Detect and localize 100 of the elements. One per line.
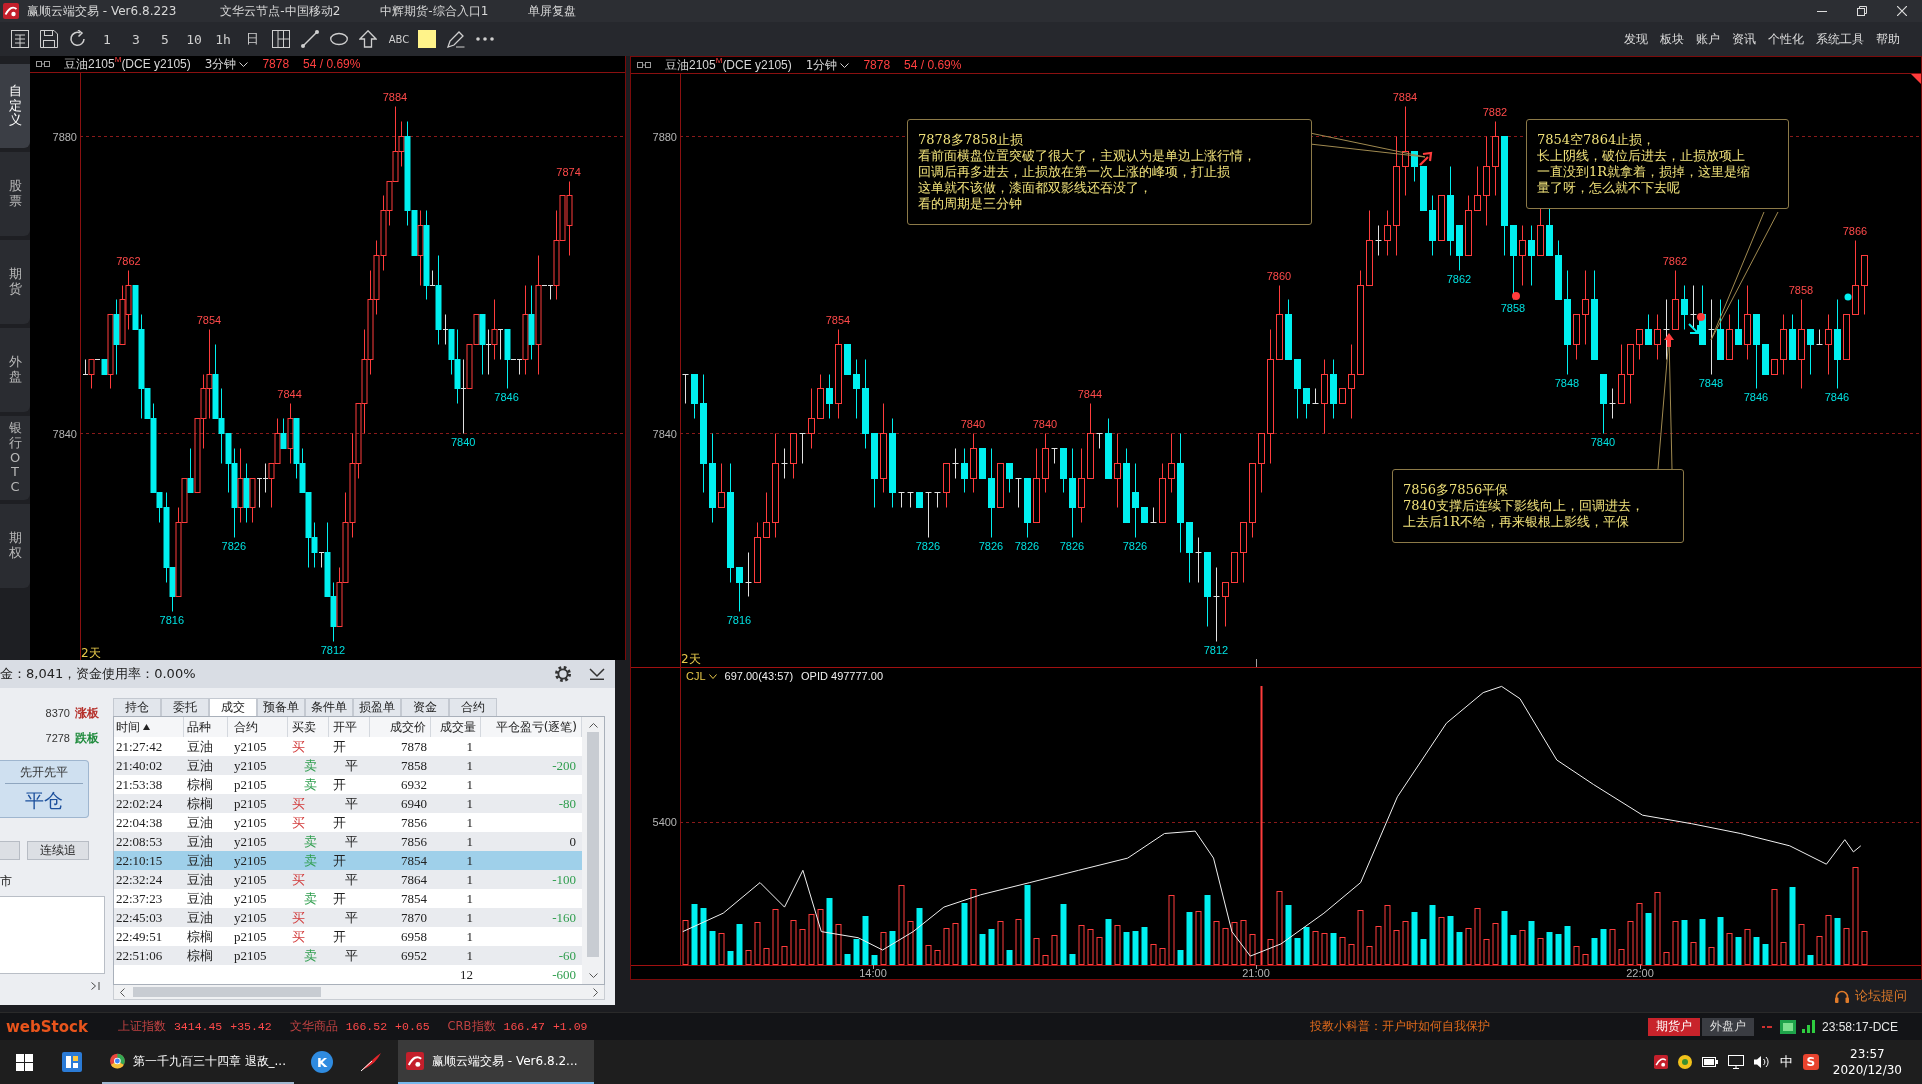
period-button[interactable]: 1 xyxy=(98,31,116,47)
table-cell-text: 1 xyxy=(465,871,474,889)
period-dropdown[interactable]: 3分钟 xyxy=(204,55,249,73)
price-label: 7826 xyxy=(915,539,941,552)
account-tab[interactable]: 外盘户 xyxy=(1701,1017,1754,1036)
scroll-down-icon[interactable] xyxy=(588,973,598,978)
price-label: 7866 xyxy=(1842,224,1868,237)
price-label: 7812 xyxy=(320,643,346,656)
tiles-icon[interactable] xyxy=(62,1052,82,1072)
table-row[interactable]: 22:10:15 豆油 y2105 卖 开 7854 1 xyxy=(114,851,582,870)
panel-tab[interactable]: 损盈单 xyxy=(353,698,401,716)
feather-icon[interactable] xyxy=(360,1052,382,1072)
table-cell-text: 豆油 xyxy=(186,890,214,908)
up-arrow-icon[interactable] xyxy=(359,30,377,48)
line-tool-icon[interactable] xyxy=(301,30,319,48)
panel-tab[interactable]: 合约 xyxy=(449,698,497,716)
price-label: 7840 xyxy=(450,436,476,448)
smiley-icon[interactable] xyxy=(1677,1055,1692,1069)
chase-order-button[interactable]: 连续追 xyxy=(27,841,89,860)
table-cell-text: y2105 xyxy=(233,738,268,756)
table-row[interactable]: 22:45:03 豆油 y2105 买 平 7870 1 -160 xyxy=(114,908,582,927)
app-logo-icon[interactable] xyxy=(1653,1055,1668,1069)
table-row[interactable]: 22:51:06 棕榈 p2105 卖 平 6952 1 -60 xyxy=(114,946,582,965)
indicator-dropdown[interactable]: CJL xyxy=(686,670,717,682)
table-row[interactable]: 22:02:24 棕榈 p2105 买 平 6940 1 -80 xyxy=(114,794,582,813)
table-cell-text: 平 xyxy=(344,795,359,813)
color-swatch-icon[interactable] xyxy=(418,30,436,48)
forum-link[interactable]: 论坛提问 xyxy=(1855,987,1907,1005)
input-method-badge[interactable]: S xyxy=(1802,1054,1819,1070)
panel-tab[interactable]: 资金 xyxy=(401,698,449,716)
scroll-up-icon[interactable] xyxy=(588,723,598,728)
account-tab[interactable]: 期货户 xyxy=(1647,1017,1700,1036)
table-cell-text: 0 xyxy=(568,833,577,851)
menu-item[interactable]: 板块 xyxy=(1660,30,1684,48)
price-label: 7846 xyxy=(1824,391,1850,404)
period-button[interactable]: 1h xyxy=(214,31,232,47)
menu-item[interactable]: 资讯 xyxy=(1732,30,1756,48)
time-axis-label: 22:00 xyxy=(1626,967,1654,979)
period-button[interactable]: 3 xyxy=(127,31,145,47)
table-row[interactable]: 22:32:24 豆油 y2105 买 平 7864 1 -100 xyxy=(114,870,582,889)
period-button[interactable]: 日 xyxy=(243,30,261,48)
side-tab[interactable]: 期货 xyxy=(0,240,30,324)
text-tool-button[interactable]: ABC xyxy=(388,33,410,45)
panel-tab[interactable]: 预备单 xyxy=(257,698,305,716)
table-row[interactable]: 21:40:02 豆油 y2105 卖 平 7858 1 -200 xyxy=(114,756,582,775)
link-icon[interactable] xyxy=(36,61,50,67)
ellipse-icon[interactable] xyxy=(330,30,348,48)
table-cell-text: 1 xyxy=(465,890,474,908)
menu-item[interactable]: 系统工具 xyxy=(1816,30,1864,48)
period-dropdown[interactable]: 1分钟 xyxy=(805,56,850,74)
side-tab[interactable]: 期权 xyxy=(0,504,30,588)
text-area-field[interactable] xyxy=(0,896,105,974)
scroll-right-icon[interactable] xyxy=(593,987,598,997)
arrow-marker-icon xyxy=(1664,333,1674,347)
table-cell-text: 1 xyxy=(465,776,474,794)
input-method-indicator[interactable]: 中 xyxy=(1779,1053,1793,1071)
panel-tab[interactable]: 持仓 xyxy=(113,698,161,716)
start-menu-icon[interactable] xyxy=(16,1053,33,1071)
vertical-scrollbar[interactable] xyxy=(582,717,604,984)
scroll-left-icon[interactable] xyxy=(120,987,125,997)
scrollbar-thumb[interactable] xyxy=(133,987,321,997)
side-tab[interactable]: 股票 xyxy=(0,152,30,236)
grid-icon[interactable] xyxy=(11,30,29,48)
save-icon[interactable] xyxy=(40,30,58,48)
panel-tab[interactable]: 委托 xyxy=(161,698,209,716)
period-button[interactable]: 5 xyxy=(156,31,174,47)
settings-icon[interactable] xyxy=(555,666,571,682)
period-button[interactable]: 10 xyxy=(185,31,203,47)
speaker-icon[interactable] xyxy=(1753,1055,1770,1069)
scrollbar-thumb[interactable] xyxy=(587,732,599,957)
taskbar-window[interactable]: 赢顺云端交易 - Ver6.8.2... xyxy=(398,1040,594,1084)
menu-item[interactable]: 发现 xyxy=(1624,30,1648,48)
taskbar-window[interactable]: 第一千九百三十四章 退敌_... xyxy=(102,1040,294,1084)
notice-link[interactable]: 投教小科普：开户时如何自我保护 xyxy=(1309,1019,1490,1034)
side-tab[interactable]: 外盘 xyxy=(0,328,30,412)
side-tab[interactable]: 银行OTC xyxy=(0,416,30,500)
battery-icon[interactable] xyxy=(1701,1057,1718,1067)
collapse-icon[interactable] xyxy=(589,668,605,680)
taskbar-clock[interactable]: 23:57 2020/12/30 xyxy=(1828,1046,1906,1078)
price-label: 7826 xyxy=(1014,539,1040,552)
axis-label: 5400 xyxy=(652,816,677,828)
side-tab[interactable]: 自定义 xyxy=(0,64,30,148)
close-position-button[interactable]: 先开先平 平仓 xyxy=(0,760,89,818)
table-row[interactable]: 22:08:53 豆油 y2105 卖 平 7856 1 0 xyxy=(114,832,582,851)
time-axis-label: 14:00 xyxy=(859,967,887,979)
pen-icon[interactable] xyxy=(447,30,465,48)
menu-item[interactable]: 个性化 xyxy=(1768,30,1804,48)
link-icon[interactable] xyxy=(637,62,651,68)
menu-item[interactable]: 账户 xyxy=(1696,30,1720,48)
refresh-icon[interactable] xyxy=(69,30,87,48)
table-cell-text: 买 xyxy=(291,795,306,813)
price-label: 7826 xyxy=(1122,539,1148,552)
split-layout-icon[interactable] xyxy=(272,30,290,48)
pinned-app-button[interactable]: K xyxy=(311,1051,333,1073)
panel-tab[interactable]: 成交 xyxy=(209,698,257,716)
panel-tab[interactable]: 条件单 xyxy=(305,698,353,716)
horizontal-scrollbar[interactable] xyxy=(113,985,605,1000)
network-icon[interactable] xyxy=(1727,1055,1744,1069)
menu-item[interactable]: 帮助 xyxy=(1876,30,1900,48)
skip-end-icon[interactable] xyxy=(91,982,100,990)
